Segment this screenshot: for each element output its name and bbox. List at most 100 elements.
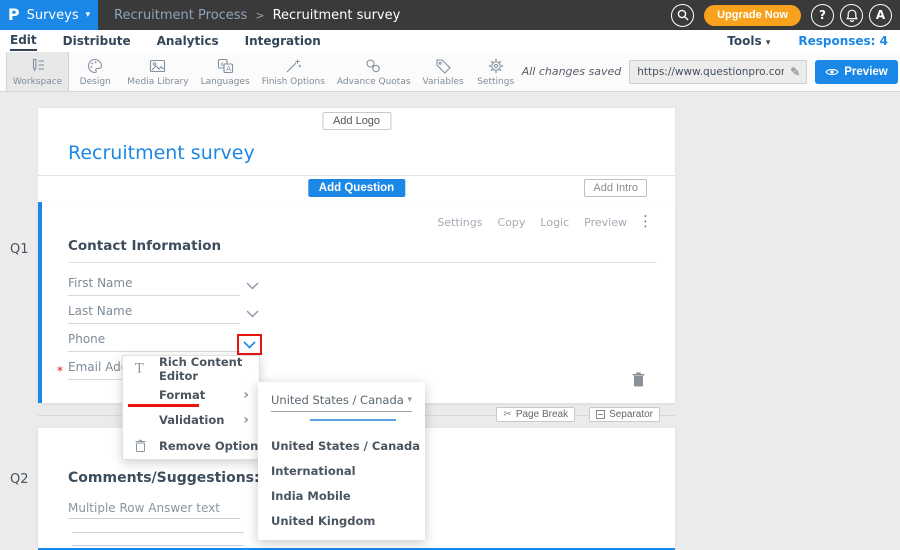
toolbar-right: All changes saved https://www.questionpr… [522,52,900,91]
toolbar-item-languages[interactable]: Ax Languages [195,52,256,91]
palette-icon [87,58,103,74]
toolbar-item-advance-quotas[interactable]: Advance Quotas [331,52,417,91]
toolbar-item-settings[interactable]: Settings [470,52,522,91]
answer-line [72,545,244,546]
menu-item-format[interactable]: Format › [123,382,259,408]
question-logic-link[interactable]: Logic [540,216,569,229]
separator-icon [596,410,605,419]
breadcrumb-survey-name: Recruitment survey [273,8,401,23]
phone-options-chevron-icon[interactable] [243,341,256,349]
rich-text-icon: T [135,361,144,376]
separator-button[interactable]: Separator [589,407,660,422]
format-option-us-canada[interactable]: United States / Canada [271,439,420,453]
field-row-last-name[interactable]: Last Name [68,304,240,324]
focus-indicator-bar [310,419,396,421]
tools-dropdown[interactable]: Tools ▾ [727,34,770,48]
magic-wand-icon [285,58,302,74]
svg-text:A: A [226,65,231,73]
workspace-icon [29,58,46,74]
caret-down-icon: ▾ [766,38,771,48]
responses-link[interactable]: Responses: 4 [798,34,888,48]
topbar-actions: Upgrade Now ? A [671,4,900,27]
submenu-arrow-icon: › [243,413,249,427]
scissors-icon: ✂ [503,409,511,420]
field-row-phone[interactable]: Phone [68,332,240,352]
format-select[interactable]: United States / Canada ▾ [271,393,412,412]
survey-url-value[interactable]: https://www.questionpro.com/t/APNrFZ [630,66,784,78]
breadcrumb-folder[interactable]: Recruitment Process [114,8,247,23]
toolbar-item-variables[interactable]: Variables [417,52,470,91]
annotation-red-underline [128,404,199,407]
caret-down-icon: ▾ [407,395,412,405]
svg-text:x: x [220,61,224,68]
multirow-answer-placeholder[interactable]: Multiple Row Answer text [68,501,220,515]
eye-icon [825,67,839,77]
subnav-tabs: Edit Distribute Analytics Integration [0,31,321,51]
question-settings-link[interactable]: Settings [437,216,482,229]
tab-integration[interactable]: Integration [245,32,321,50]
q1-gutter-label: Q1 [10,242,29,257]
survey-header-card: Add Logo Recruitment survey [38,108,675,176]
annotation-red-box [237,334,262,355]
menu-item-rich-content-editor[interactable]: T Rich Content Editor [123,356,259,382]
survey-title[interactable]: Recruitment survey [68,142,255,164]
format-option-united-kingdom[interactable]: United Kingdom [271,514,375,528]
tab-analytics[interactable]: Analytics [157,32,219,50]
editor-toolbar: Workspace Design Media Library Ax Langua… [0,52,900,92]
search-icon [677,9,689,21]
submenu-arrow-icon: › [243,388,249,402]
translate-icon: Ax [217,58,234,74]
delete-question-trash-icon[interactable] [632,372,645,387]
search-button[interactable] [671,4,694,27]
breadcrumb: Recruitment Process > Recruitment survey [114,8,400,23]
help-button[interactable]: ? [811,4,834,27]
preview-button[interactable]: Preview [815,60,897,84]
tab-edit[interactable]: Edit [10,31,37,51]
question-more-menu-icon[interactable]: ⋮ [638,212,653,230]
tab-distribute[interactable]: Distribute [63,32,131,50]
questionpro-logo-icon: P [8,7,20,23]
toolbar-item-workspace[interactable]: Workspace [6,52,69,91]
add-question-button[interactable]: Add Question [308,179,405,197]
upgrade-now-button[interactable]: Upgrade Now [704,5,801,26]
field-row-first-name[interactable]: First Name [68,276,240,296]
tag-icon [435,58,452,74]
answer-line [68,518,240,519]
menu-item-remove-option[interactable]: Remove Option [123,433,259,459]
toolbar-item-finish-options[interactable]: Finish Options [256,52,331,91]
product-name: Surveys [27,8,79,23]
format-option-international[interactable]: International [271,464,356,478]
question-2-text[interactable]: Comments/Suggestions: [68,470,260,486]
question-preview-link[interactable]: Preview [584,216,627,229]
edit-url-pencil-icon[interactable]: ✎ [784,65,806,79]
format-option-india-mobile[interactable]: India Mobile [271,489,351,503]
toolbar-item-media-library[interactable]: Media Library [121,52,194,91]
question-1-text[interactable]: Contact Information [68,238,221,254]
top-navbar: P Surveys ▾ Recruitment Process > Recrui… [0,0,900,30]
trash-icon [135,439,146,452]
page-break-button[interactable]: ✂ Page Break [496,407,575,422]
toolbar-items: Workspace Design Media Library Ax Langua… [0,52,522,91]
avatar-initial: A [876,8,885,22]
bell-icon [846,9,858,22]
user-avatar[interactable]: A [869,4,892,27]
question-copy-link[interactable]: Copy [498,216,526,229]
required-asterisk: * [57,364,63,378]
subnav-right: Tools ▾ Responses: 4 [727,34,900,48]
row-options-context-menu: T Rich Content Editor Format › Validatio… [122,355,260,460]
toolbar-item-design[interactable]: Design [69,52,121,91]
menu-item-validation[interactable]: Validation › [123,407,259,433]
survey-url-field[interactable]: https://www.questionpro.com/t/APNrFZ ✎ [629,60,807,84]
survey-subnav: Edit Distribute Analytics Integration To… [0,30,900,52]
app-logo-surveys-menu[interactable]: P Surveys ▾ [0,0,98,30]
add-logo-button[interactable]: Add Logo [322,112,391,130]
chain-links-icon [365,58,382,74]
question-divider [68,262,657,263]
first-name-options-chevron-icon[interactable] [246,282,259,290]
add-intro-button[interactable]: Add Intro [584,179,647,197]
between-buttons: ✂ Page Break Separator [496,407,660,422]
last-name-options-chevron-icon[interactable] [246,310,259,318]
caret-down-icon: ▾ [86,11,91,20]
answer-line [72,532,244,533]
notifications-button[interactable] [840,4,863,27]
